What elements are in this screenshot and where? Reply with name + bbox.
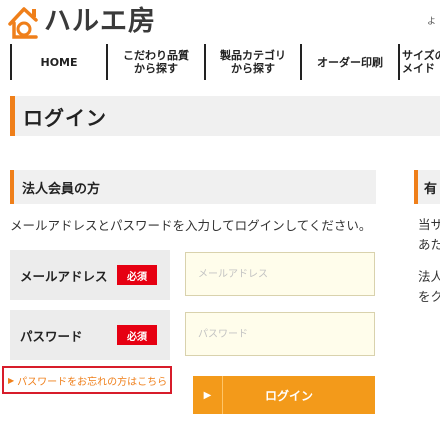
email-label-cell: メールアドレス 必須: [10, 250, 170, 300]
login-button-label: ログイン: [264, 388, 313, 403]
triangle-right-icon: ▶: [8, 375, 15, 385]
corporate-section-title: 法人会員の方: [22, 181, 101, 197]
password-label-cell: パスワード 必須: [10, 310, 170, 360]
page-title-bar: ログイン: [10, 96, 440, 136]
side-text-line: 当サ: [418, 217, 440, 232]
side-text-line: 法人: [418, 269, 440, 284]
nav-item-home[interactable]: HOME: [10, 44, 106, 80]
logo-text: ハルエ房: [44, 6, 156, 37]
side-section-title: 有: [424, 181, 438, 197]
login-instruction: メールアドレスとパスワードを入力してログインしてください。: [10, 218, 372, 233]
nav-item-size-made[interactable]: サイズの メイド: [398, 44, 440, 80]
play-arrow-icon: ▶: [193, 376, 223, 414]
password-label: パスワード: [20, 328, 83, 344]
forgot-password-text: パスワードをお忘れの方はこちら: [17, 376, 168, 388]
login-button[interactable]: ▶ ログイン: [193, 376, 375, 414]
side-text-line: をク: [418, 289, 440, 304]
site-logo[interactable]: ハルエ房: [6, 4, 156, 40]
forgot-password-link[interactable]: ▶ パスワードをお忘れの方はこちら: [2, 366, 172, 394]
corporate-section-heading: 法人会員の方: [10, 170, 376, 204]
email-label: メールアドレス: [20, 268, 108, 284]
email-field[interactable]: [185, 252, 375, 296]
site-header: ハルエ房 よ: [0, 0, 440, 44]
header-top-right-text: よ: [426, 17, 436, 27]
password-field[interactable]: [185, 312, 375, 356]
side-text-line: あた: [418, 237, 440, 252]
nav-item-order-print[interactable]: オーダー印刷: [300, 44, 398, 80]
nav-item-quality[interactable]: こだわり品質 から探す: [106, 44, 204, 80]
email-row: メールアドレス 必須: [10, 250, 376, 310]
password-required-badge: 必須: [117, 325, 157, 345]
nav-item-category[interactable]: 製品カテゴリ から探す: [204, 44, 300, 80]
email-required-badge: 必須: [117, 265, 157, 285]
password-row: パスワード 必須: [10, 310, 376, 370]
main-nav: HOME こだわり品質 から探す 製品カテゴリ から探す オーダー印刷 サイズの…: [10, 44, 440, 80]
page-title: ログイン: [23, 105, 107, 130]
side-section-heading: 有: [414, 170, 440, 204]
